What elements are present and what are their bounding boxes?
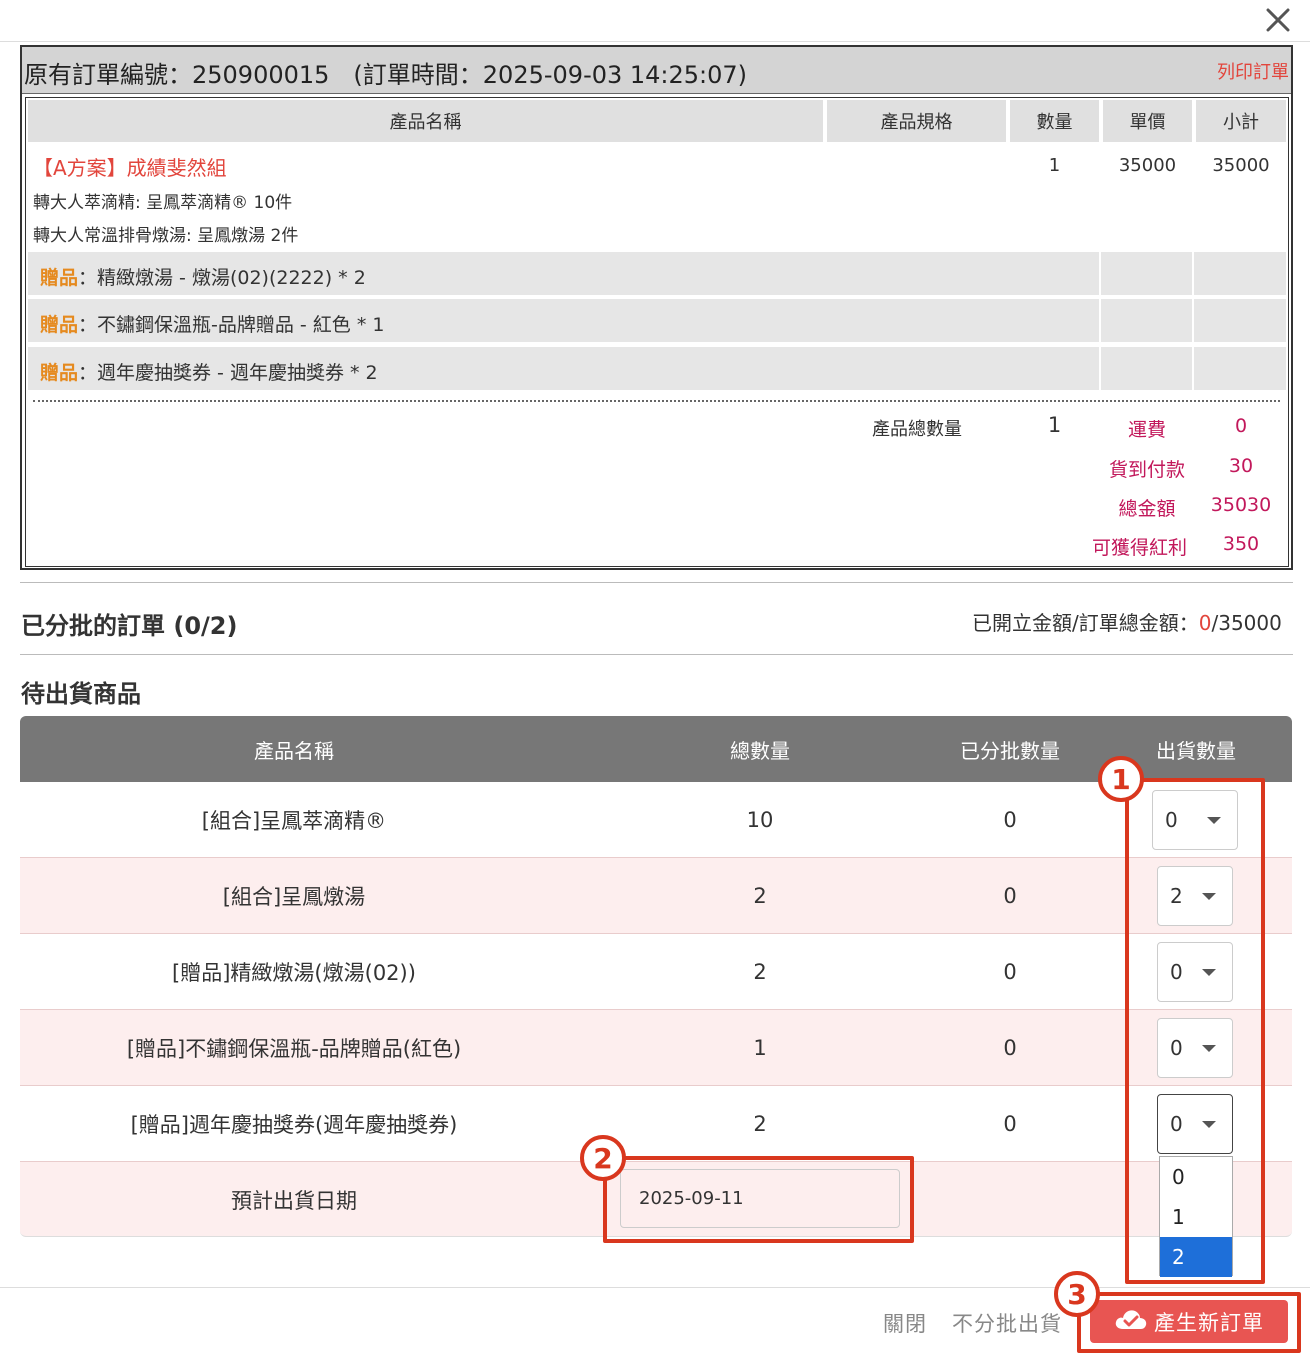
annotation-badge: 1 <box>1098 756 1144 802</box>
pending-col-name: 產品名稱 <box>254 738 334 763</box>
col-qty: 數量 <box>1010 100 1099 142</box>
annotation-badge: 3 <box>1054 1271 1100 1317</box>
col-product-name: 產品名稱 <box>28 100 823 142</box>
close-icon[interactable] <box>1262 4 1294 36</box>
order-title: 原有訂單編號：250900015 (訂單時間：2025-09-03 14:25:… <box>24 61 748 89</box>
shipping-fee-value: 0 <box>1234 415 1248 437</box>
section-divider <box>20 654 1293 655</box>
annotation-box <box>1077 1292 1301 1353</box>
row-batched-qty: 0 <box>1003 808 1017 832</box>
gift-label: 贈品 <box>40 362 79 384</box>
gift-item: 贈品：精緻燉湯 - 燉湯(02)(2222) * 2 <box>40 267 366 289</box>
amount-summary: 已開立金額/訂單總金額：0/35000 <box>972 611 1282 635</box>
col-subtotal: 小計 <box>1196 100 1286 142</box>
ship-date-label: 預計出貨日期 <box>231 1189 357 1213</box>
annotation-badge: 2 <box>580 1135 626 1181</box>
main-product-qty: 1 <box>1048 155 1061 176</box>
row-product-name: [贈品]週年慶抽獎券(週年慶抽獎券) <box>130 1113 458 1137</box>
main-product-price: 35000 <box>1118 155 1177 176</box>
row-product-name: [贈品]精緻燉湯(燉湯(02)) <box>172 961 416 985</box>
bonus-label: 可獲得紅利 <box>1091 537 1187 559</box>
total-amount-label: 總金額 <box>1118 498 1176 520</box>
row-product-name: [組合]呈鳳燉湯 <box>222 885 366 909</box>
section-divider <box>20 582 1293 583</box>
close-button[interactable]: 關閉 <box>883 1308 927 1338</box>
footer-divider <box>0 1287 1310 1288</box>
col-unit-price: 單價 <box>1103 100 1192 142</box>
gift-item: 贈品：不鏽鋼保溫瓶-品牌贈品 - 紅色 * 1 <box>40 314 385 336</box>
no-batch-ship-button[interactable]: 不分批出貨 <box>952 1308 1062 1338</box>
pending-col-total: 總數量 <box>730 738 790 763</box>
cod-fee-value: 30 <box>1228 455 1254 477</box>
top-divider <box>0 41 1310 42</box>
row-product-name: [贈品]不鏽鋼保溫瓶-品牌贈品(紅色) <box>126 1037 462 1061</box>
main-product-subtotal: 35000 <box>1212 155 1270 176</box>
row-total-qty: 2 <box>753 884 767 908</box>
gift-item: 贈品：週年慶抽獎券 - 週年慶抽獎券 * 2 <box>40 362 378 384</box>
product-detail: 轉大人常溫排骨燉湯: 呈鳳燉湯 2件 <box>33 226 299 246</box>
annotation-box <box>603 1156 914 1243</box>
annotation-box <box>1125 778 1265 1284</box>
shipping-fee-label: 運費 <box>1127 419 1166 441</box>
row-total-qty: 2 <box>753 1112 767 1136</box>
total-qty-label: 產品總數量 <box>872 419 962 440</box>
row-total-qty: 1 <box>753 1036 767 1060</box>
row-total-qty: 10 <box>746 808 774 832</box>
row-product-name: [組合]呈鳳萃滴精® <box>201 809 387 833</box>
pending-col-batched: 已分批數量 <box>960 738 1060 763</box>
col-product-spec: 產品規格 <box>827 100 1006 142</box>
gift-label: 贈品 <box>40 267 79 289</box>
total-amount-value: 35030 <box>1210 494 1272 516</box>
row-batched-qty: 0 <box>1003 1112 1017 1136</box>
row-batched-qty: 0 <box>1003 1036 1017 1060</box>
product-detail: 轉大人萃滴精: 呈鳳萃滴精® 10件 <box>33 193 293 213</box>
row-batched-qty: 0 <box>1003 960 1017 984</box>
gift-label: 贈品 <box>40 314 79 336</box>
batched-orders-title: 已分批的訂單 (0/2) <box>21 612 238 640</box>
bonus-value: 350 <box>1222 533 1260 555</box>
summary-divider <box>33 400 1280 402</box>
cod-fee-label: 貨到付款 <box>1108 459 1185 481</box>
main-product-name[interactable]: 【A方案】成績斐然組 <box>33 152 227 181</box>
print-order-link[interactable]: 列印訂單 <box>1217 58 1289 84</box>
row-total-qty: 2 <box>753 960 767 984</box>
pending-items-title: 待出貨商品 <box>21 680 141 708</box>
row-batched-qty: 0 <box>1003 884 1017 908</box>
